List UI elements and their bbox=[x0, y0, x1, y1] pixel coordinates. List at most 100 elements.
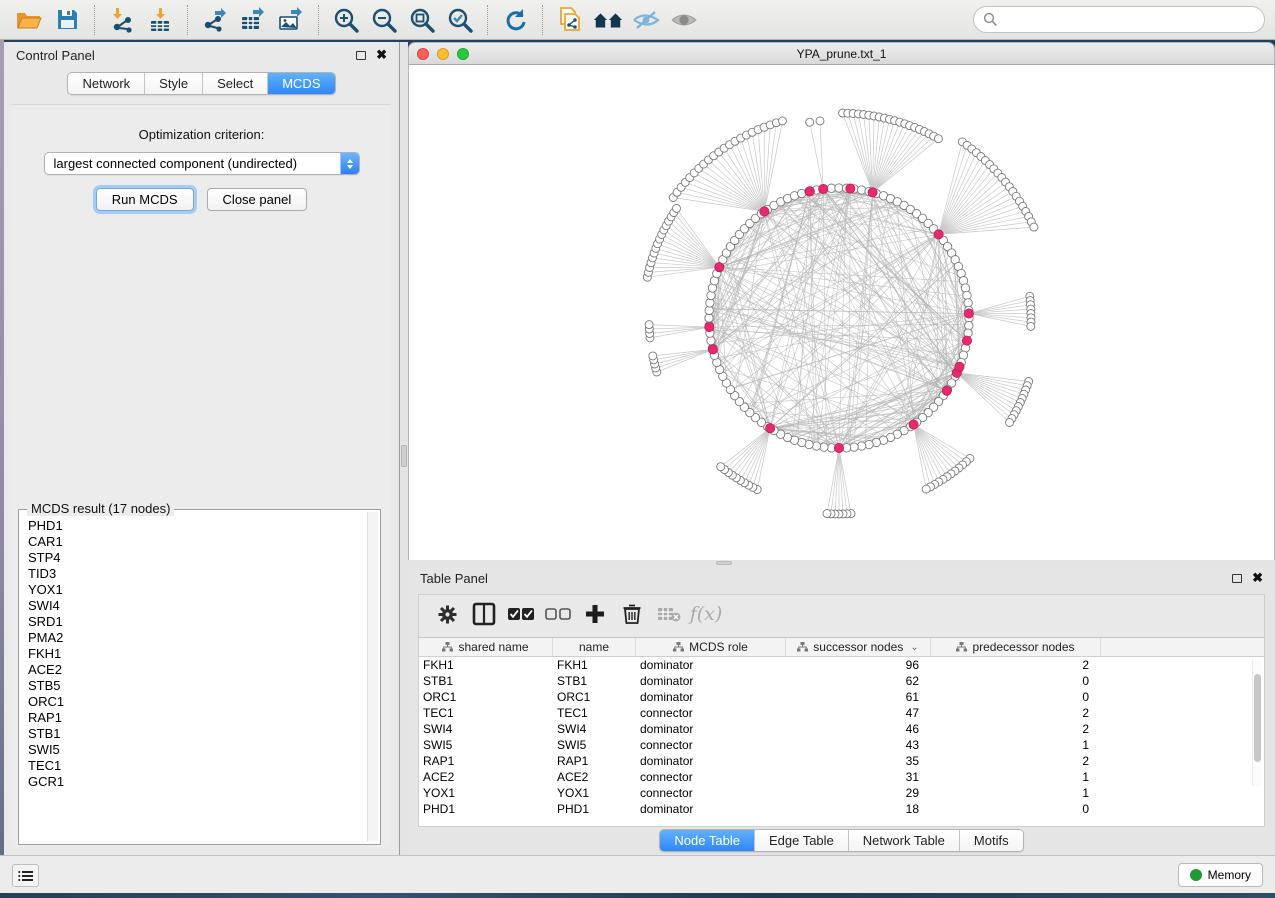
deselect-all-icon[interactable] bbox=[544, 601, 572, 627]
mcds-result-item[interactable]: CAR1 bbox=[28, 534, 366, 550]
table-row[interactable]: FKH1FKH1dominator962 bbox=[419, 657, 1264, 673]
tab-node-table[interactable]: Node Table bbox=[660, 830, 755, 851]
apply-layout-button[interactable] bbox=[499, 5, 531, 35]
table-cell: SWI5 bbox=[419, 737, 553, 753]
search-input[interactable] bbox=[998, 12, 1255, 27]
mcds-result-item[interactable]: STB5 bbox=[28, 678, 366, 694]
mcds-result-item[interactable]: TEC1 bbox=[28, 758, 366, 774]
mcds-result-item[interactable]: YOX1 bbox=[28, 582, 366, 598]
table-panel-body: f(x) shared namenameMCDS rolesuccessor n… bbox=[418, 594, 1265, 827]
mcds-result-item[interactable]: STB1 bbox=[28, 726, 366, 742]
table-cell: connector bbox=[636, 769, 786, 785]
network-canvas[interactable] bbox=[408, 65, 1275, 560]
tab-mcds[interactable]: MCDS bbox=[268, 73, 334, 94]
network-graph[interactable] bbox=[409, 65, 1274, 559]
mcds-result-item[interactable]: GCR1 bbox=[28, 774, 366, 790]
import-table-button[interactable] bbox=[144, 5, 176, 35]
network-window-titlebar[interactable]: YPA_prune.txt_1 bbox=[408, 42, 1275, 65]
delete-row-icon[interactable] bbox=[618, 601, 646, 627]
open-file-button[interactable] bbox=[13, 5, 45, 35]
float-panel-icon[interactable] bbox=[356, 51, 366, 60]
table-cell: 18 bbox=[786, 801, 931, 817]
export-image-button[interactable] bbox=[275, 5, 307, 35]
zoom-selected-button[interactable] bbox=[444, 5, 476, 35]
mcds-result-item[interactable]: FKH1 bbox=[28, 646, 366, 662]
add-row-icon[interactable] bbox=[581, 601, 609, 627]
node-table: shared namenameMCDS rolesuccessor nodes⌄… bbox=[419, 637, 1264, 826]
mcds-result-item[interactable]: STP4 bbox=[28, 550, 366, 566]
import-network-button[interactable] bbox=[106, 5, 138, 35]
table-cell: 1 bbox=[931, 769, 1101, 785]
delete-table-icon[interactable] bbox=[655, 601, 683, 627]
mcds-result-list[interactable]: PHD1CAR1STP4TID3YOX1SWI4SRD1PMA2FKH1ACE2… bbox=[22, 513, 366, 840]
mcds-result-item[interactable]: ACE2 bbox=[28, 662, 366, 678]
column-header-successor-nodes[interactable]: successor nodes⌄ bbox=[786, 638, 931, 656]
zoom-in-button[interactable] bbox=[330, 5, 362, 35]
clone-network-button[interactable] bbox=[554, 5, 586, 35]
vertical-splitter[interactable] bbox=[400, 42, 408, 855]
table-row[interactable]: STB1STB1dominator620 bbox=[419, 673, 1264, 689]
tab-network-table[interactable]: Network Table bbox=[849, 830, 960, 851]
mcds-result-item[interactable]: ORC1 bbox=[28, 694, 366, 710]
settings-gear-icon[interactable] bbox=[433, 601, 461, 627]
first-neighbors-button[interactable] bbox=[592, 5, 624, 35]
toolbar-separator bbox=[318, 5, 319, 35]
tab-select[interactable]: Select bbox=[203, 73, 268, 94]
mcds-result-item[interactable]: SWI5 bbox=[28, 742, 366, 758]
splitter-grip[interactable] bbox=[716, 561, 732, 565]
mcds-result-item[interactable]: PMA2 bbox=[28, 630, 366, 646]
zoom-out-button[interactable] bbox=[368, 5, 400, 35]
mcds-result-item[interactable]: PHD1 bbox=[28, 518, 366, 534]
close-panel-icon[interactable]: ✖ bbox=[376, 50, 387, 60]
column-header-shared-name[interactable]: shared name bbox=[419, 638, 553, 656]
search-box[interactable] bbox=[973, 6, 1265, 33]
export-network-button[interactable] bbox=[199, 5, 231, 35]
close-panel-button[interactable]: Close panel bbox=[207, 188, 308, 211]
table-cell: FKH1 bbox=[553, 657, 636, 673]
memory-status-icon bbox=[1190, 869, 1202, 881]
save-session-button[interactable] bbox=[51, 5, 83, 35]
mcds-result-item[interactable]: RAP1 bbox=[28, 710, 366, 726]
tab-style[interactable]: Style bbox=[145, 73, 203, 94]
column-header-predecessor-nodes[interactable]: predecessor nodes bbox=[931, 638, 1101, 656]
table-row[interactable]: YOX1YOX1connector291 bbox=[419, 785, 1264, 801]
show-all-button[interactable] bbox=[668, 5, 700, 35]
tab-edge-table[interactable]: Edge Table bbox=[755, 830, 849, 851]
show-column-icon[interactable] bbox=[470, 601, 498, 627]
zoom-fit-button[interactable] bbox=[406, 5, 438, 35]
table-row[interactable]: ACE2ACE2connector311 bbox=[419, 769, 1264, 785]
column-header-name[interactable]: name bbox=[553, 638, 636, 656]
table-cell: 0 bbox=[931, 689, 1101, 705]
table-scrollbar[interactable] bbox=[1252, 660, 1261, 786]
run-mcds-button[interactable]: Run MCDS bbox=[96, 188, 194, 211]
close-panel-icon[interactable]: ✖ bbox=[1252, 573, 1263, 583]
hide-selected-button[interactable] bbox=[630, 5, 662, 35]
function-builder-icon[interactable]: f(x) bbox=[692, 601, 720, 627]
table-row[interactable]: PHD1PHD1dominator180 bbox=[419, 801, 1264, 817]
table-row[interactable]: ORC1ORC1dominator610 bbox=[419, 689, 1264, 705]
tab-network[interactable]: Network bbox=[68, 73, 145, 94]
optimization-criterion-select[interactable]: largest connected component (undirected) bbox=[44, 152, 360, 175]
table-row[interactable]: SWI4SWI4dominator462 bbox=[419, 721, 1264, 737]
float-panel-icon[interactable] bbox=[1232, 574, 1242, 583]
select-all-icon[interactable] bbox=[507, 601, 535, 627]
column-header-MCDS-role[interactable]: MCDS role bbox=[636, 638, 786, 656]
splitter-grip[interactable] bbox=[401, 445, 407, 467]
mcds-result-item[interactable]: TID3 bbox=[28, 566, 366, 582]
table-cell: dominator bbox=[636, 673, 786, 689]
table-cell: TEC1 bbox=[419, 705, 553, 721]
mcds-result-item[interactable]: SWI4 bbox=[28, 598, 366, 614]
mcds-result-item[interactable]: SRD1 bbox=[28, 614, 366, 630]
table-cell: 1 bbox=[931, 737, 1101, 753]
table-row[interactable]: RAP1RAP1dominator352 bbox=[419, 753, 1264, 769]
memory-button[interactable]: Memory bbox=[1178, 863, 1263, 887]
table-row[interactable]: TEC1TEC1connector472 bbox=[419, 705, 1264, 721]
table-cell: 47 bbox=[786, 705, 931, 721]
panel-menu-button[interactable] bbox=[12, 864, 39, 887]
table-row[interactable]: SWI5SWI5connector431 bbox=[419, 737, 1264, 753]
scrollbar-thumb[interactable] bbox=[1254, 674, 1261, 762]
mcds-list-scrollbar[interactable] bbox=[367, 512, 378, 841]
tab-motifs[interactable]: Motifs bbox=[960, 830, 1023, 851]
export-table-button[interactable] bbox=[237, 5, 269, 35]
optimization-criterion-label: Optimization criterion: bbox=[12, 127, 391, 142]
